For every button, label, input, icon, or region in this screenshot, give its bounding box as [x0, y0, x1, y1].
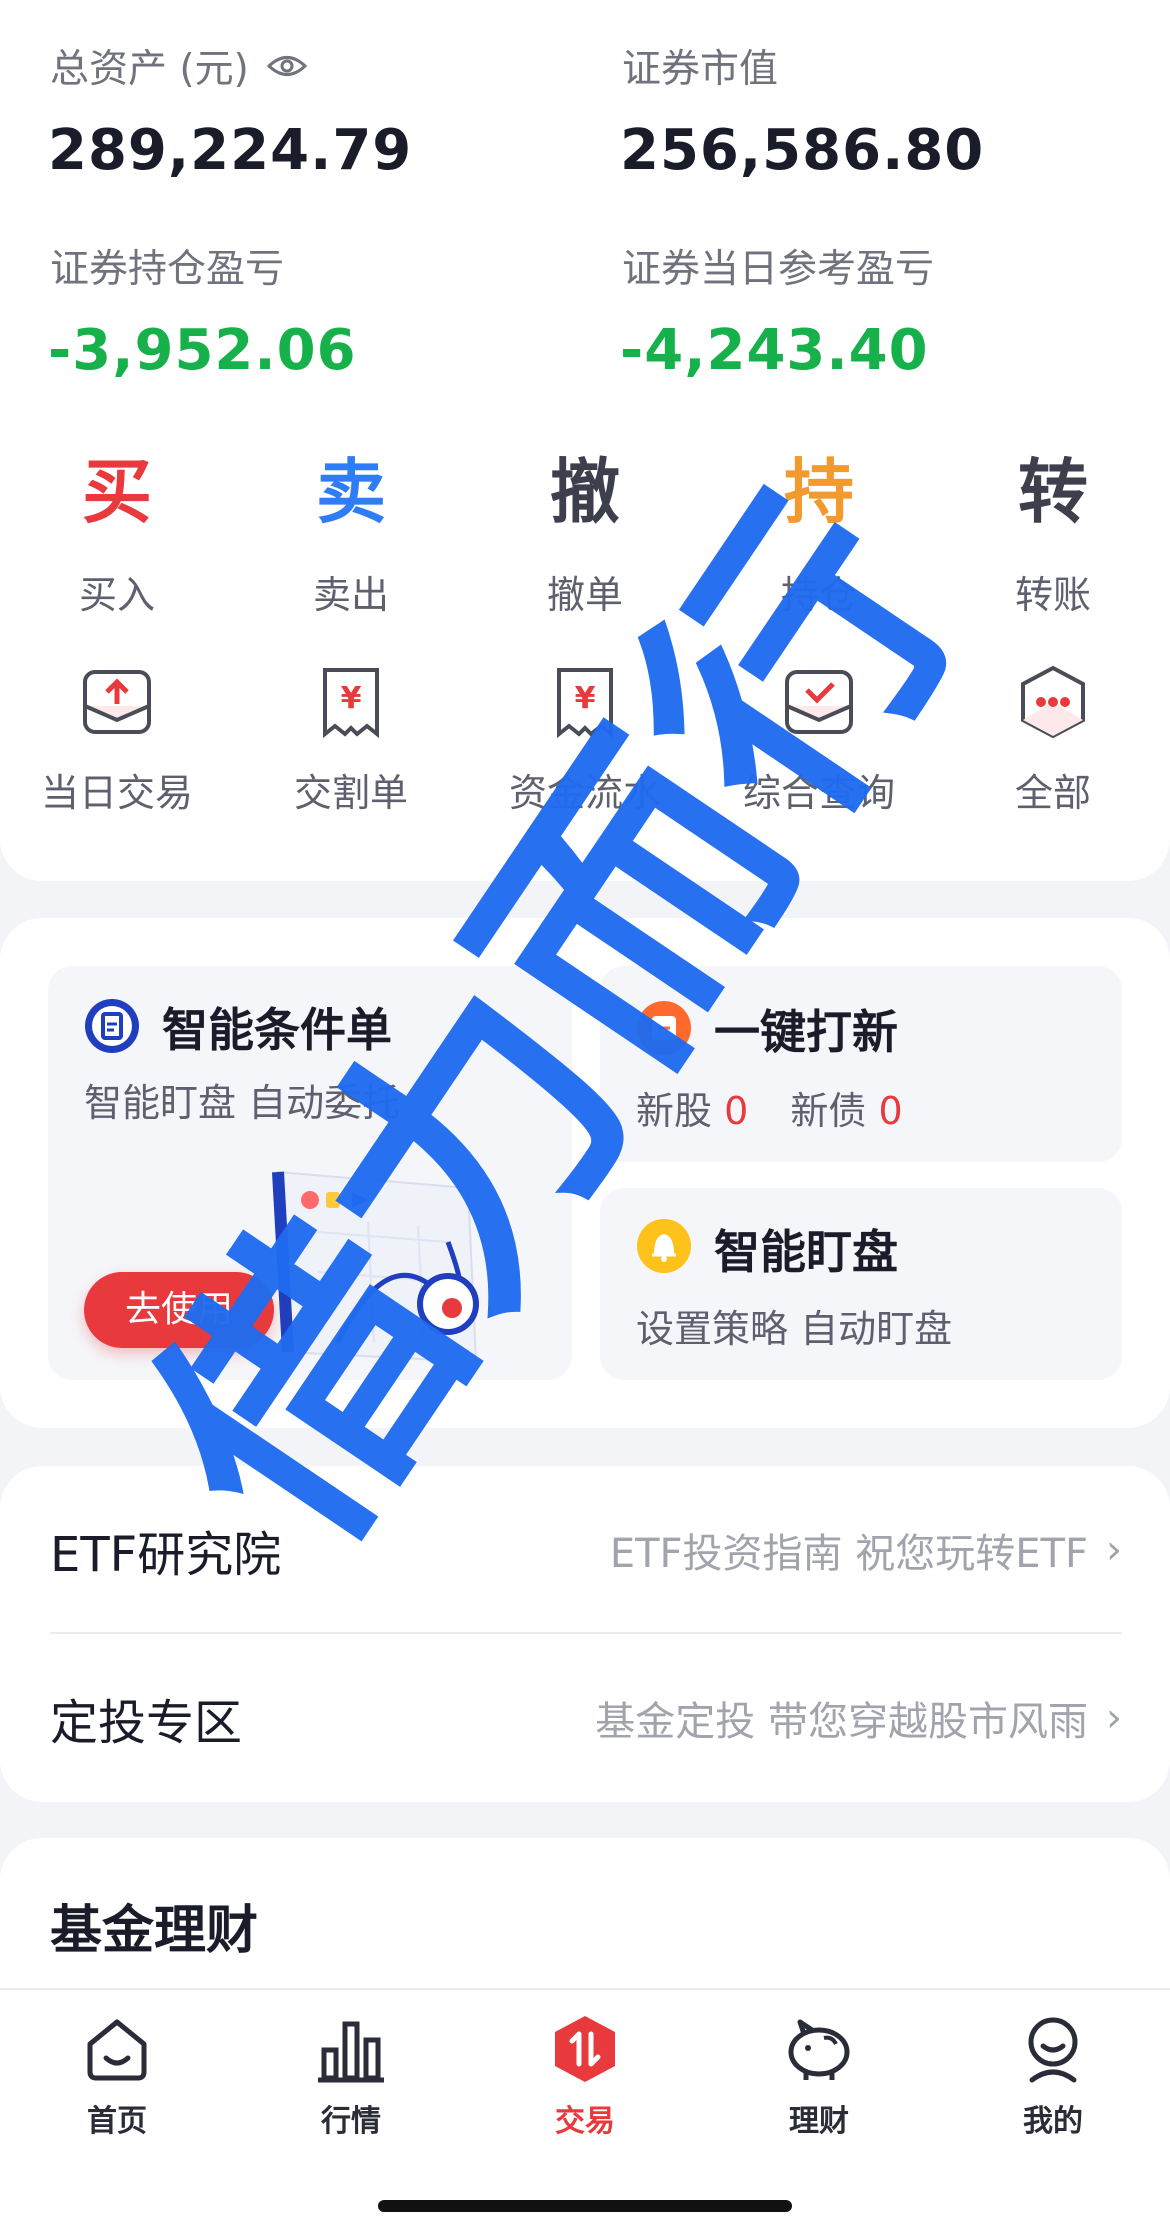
eye-icon[interactable]	[266, 53, 307, 79]
settlement-button[interactable]: ¥ 交割单	[234, 662, 468, 817]
tools-card: 智能条件单 智能盯盘 自动委托 去使用 一键打新 新股 0 新债 0 智能盯盘 …	[0, 918, 1170, 1428]
daily-trade-icon	[83, 670, 151, 734]
chart-icon	[318, 2021, 384, 2083]
positions-icon: 持	[784, 451, 854, 533]
fixed-invest-title: 定投专区	[50, 1695, 243, 1751]
fixed-invest-desc-wrap: 基金定投 带您穿越股市风雨 ›	[595, 1689, 1122, 1747]
smart-order-title: 智能条件单	[162, 1003, 392, 1057]
smart-watch-tile[interactable]: 智能盯盘 设置策略 自动盯盘	[600, 1188, 1122, 1380]
etf-research-desc: ETF投资指南 祝您玩转ETF	[609, 1531, 1088, 1577]
more-icon	[1021, 665, 1085, 739]
all-label: 全部	[1014, 771, 1091, 815]
tab-market-label: 行情	[321, 2104, 381, 2139]
tab-me-label: 我的	[1023, 2104, 1083, 2139]
etf-research-row[interactable]: ETF研究院 ETF投资指南 祝您玩转ETF ›	[50, 1466, 1122, 1634]
etf-research-desc-wrap: ETF投资指南 祝您玩转ETF ›	[610, 1521, 1122, 1579]
smart-watch-subtitle: 设置策略 自动盯盘	[636, 1307, 953, 1351]
svg-text:¥: ¥	[575, 681, 596, 716]
cancel-order-icon: 撤	[550, 451, 620, 533]
buy-label: 买入	[78, 573, 155, 617]
use-button[interactable]: 去使用	[84, 1272, 274, 1348]
total-assets-value: 289,224.79	[48, 118, 413, 183]
trade-icon	[555, 2016, 615, 2082]
buy-button[interactable]: 买 买入	[0, 444, 234, 619]
bell-icon	[637, 1219, 691, 1273]
svg-text:¥: ¥	[341, 681, 362, 716]
fund-flow-icon: ¥	[557, 668, 613, 739]
chevron-right-icon: ›	[1106, 1527, 1122, 1573]
user-icon	[1028, 2017, 1078, 2083]
bottom-tab-bar: 首页 行情 交易 理财 我的	[0, 1988, 1170, 2236]
day-pnl-value: -4,243.40	[620, 318, 929, 383]
ipo-icon	[637, 1001, 691, 1055]
transfer-icon: 转	[1018, 451, 1088, 533]
sell-button[interactable]: 卖 卖出	[234, 444, 468, 619]
smart-order-subtitle: 智能盯盘 自动委托	[84, 1081, 401, 1125]
positions-button[interactable]: 持 持仓	[702, 444, 936, 619]
day-pnl-label: 证券当日参考盈亏	[622, 247, 935, 292]
tab-home[interactable]: 首页	[0, 2014, 234, 2140]
market-value-label: 证券市值	[622, 47, 779, 92]
tab-wealth[interactable]: 理财	[702, 2014, 936, 2140]
sell-label: 卖出	[312, 573, 389, 617]
query-icon	[785, 670, 853, 734]
buy-icon: 买	[82, 451, 152, 533]
positions-label: 持仓	[780, 573, 857, 617]
home-icon	[87, 2019, 147, 2081]
fixed-invest-desc: 基金定投 带您穿越股市风雨	[595, 1699, 1088, 1745]
smart-order-illustration	[272, 1170, 479, 1364]
links-card: ETF研究院 ETF投资指南 祝您玩转ETF › 定投专区 基金定投 带您穿越股…	[0, 1466, 1170, 1802]
daily-trade-label: 当日交易	[40, 771, 193, 815]
home-indicator	[378, 2200, 792, 2212]
daily-trade-button[interactable]: 当日交易	[0, 662, 234, 817]
tab-home-label: 首页	[87, 2104, 147, 2139]
settlement-icon: ¥	[323, 668, 379, 739]
market-value: 256,586.80	[620, 118, 985, 183]
sell-icon: 卖	[316, 451, 386, 533]
smart-watch-title: 智能盯盘	[714, 1225, 898, 1279]
chevron-right-icon: ›	[1106, 1695, 1122, 1741]
total-assets-label: 总资产 (元)	[50, 38, 307, 94]
smart-order-tile[interactable]: 智能条件单 智能盯盘 自动委托 去使用	[48, 966, 572, 1380]
assets-card: 总资产 (元) 289,224.79 证券市值 256,586.80 证券持仓盈…	[0, 0, 1170, 881]
position-pnl-label: 证券持仓盈亏	[50, 247, 285, 292]
ipo-counts: 新股 0 新债 0	[636, 1080, 903, 1135]
transfer-label: 转账	[1014, 573, 1091, 617]
cancel-order-label: 撤单	[546, 573, 623, 617]
fund-flow-label: 资金流水	[508, 771, 661, 815]
smart-order-icon	[85, 999, 139, 1053]
cancel-order-button[interactable]: 撤 撤单	[468, 444, 702, 619]
tab-market[interactable]: 行情	[234, 2014, 468, 2140]
all-button[interactable]: 全部	[936, 662, 1170, 817]
new-bond-count: 0	[878, 1089, 903, 1133]
transfer-button[interactable]: 转 转账	[936, 444, 1170, 619]
query-button[interactable]: 综合查询	[702, 662, 936, 817]
fixed-invest-row[interactable]: 定投专区 基金定投 带您穿越股市风雨 ›	[50, 1634, 1122, 1802]
new-bond-label: 新债	[790, 1089, 867, 1133]
position-pnl-value: -3,952.06	[48, 318, 357, 383]
etf-research-title: ETF研究院	[50, 1527, 282, 1583]
tab-wealth-label: 理财	[789, 2104, 849, 2139]
piggy-icon	[788, 2019, 850, 2080]
tab-trade-label: 交易	[555, 2104, 615, 2139]
fund-section-title: 基金理财	[50, 1901, 259, 1961]
ipo-tile[interactable]: 一键打新 新股 0 新债 0	[600, 966, 1122, 1162]
fund-flow-button[interactable]: ¥ 资金流水	[468, 662, 702, 817]
query-label: 综合查询	[742, 771, 895, 815]
tab-me[interactable]: 我的	[936, 2014, 1170, 2140]
new-stock-label: 新股	[636, 1089, 713, 1133]
settlement-label: 交割单	[293, 771, 408, 815]
new-stock-count: 0	[724, 1089, 749, 1133]
tab-trade[interactable]: 交易	[468, 2014, 702, 2140]
ipo-title: 一键打新	[714, 1005, 898, 1059]
